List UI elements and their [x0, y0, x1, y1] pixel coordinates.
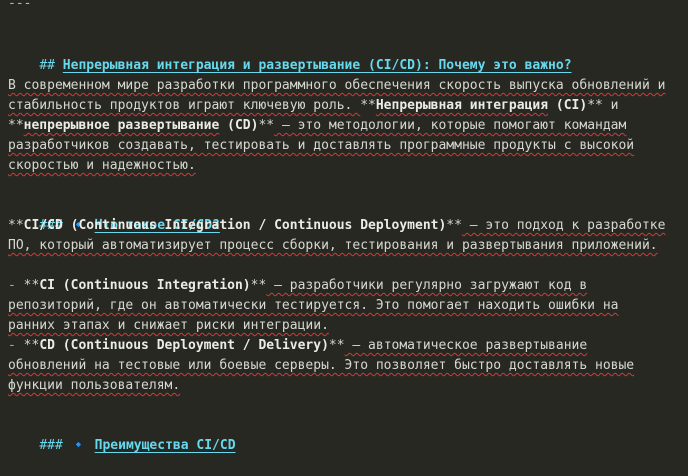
bold-marker: **	[8, 118, 24, 133]
bold-marker: **	[258, 118, 275, 133]
list-item-line: функции пользователям.	[8, 376, 180, 396]
list-item-line: ранних этапах и снижает риски интеграции…	[8, 316, 329, 336]
paragraph-line: ПО, который автоматизирует процесс сборк…	[8, 236, 658, 256]
horizontal-rule: ---	[8, 0, 32, 11]
heading-text: Непрерывная интеграция и развертывание (…	[62, 58, 572, 73]
paragraph-line: **непрерывное развертывание (CD)** — это…	[8, 116, 626, 136]
bold-text: (CD)	[219, 118, 259, 133]
heading-3: ### 🔹 Что такое CI/CD?	[8, 196, 220, 233]
bold-marker: **	[360, 98, 376, 113]
bold-marker: **	[328, 338, 345, 353]
list-item: - **CI (Continuous Integration)** — разр…	[8, 276, 587, 296]
paragraph-line: **CI/CD (Continuous Integration / Contin…	[8, 216, 665, 236]
bold-text: (CI)	[548, 98, 588, 113]
list-item-line: репозиторий, где он автоматически тестир…	[8, 296, 618, 316]
paragraph-text: разработчиков создавать, тестировать и д…	[8, 138, 635, 153]
paragraph-text: репозиторий, где он автоматически тестир…	[8, 298, 619, 313]
bold-text: непрерывное развертывание	[23, 118, 220, 133]
bold-marker: **	[446, 218, 462, 233]
paragraph-text: В современном мире разработки программно…	[8, 78, 666, 93]
bold-marker: **	[587, 98, 603, 113]
paragraph-line: разработчиков создавать, тестировать и д…	[8, 136, 634, 156]
paragraph-text: и	[602, 98, 619, 113]
paragraph-text: — это методологии, которые помогают кома…	[274, 118, 627, 133]
heading-2: ## Непрерывная интеграция и развертывани…	[8, 36, 571, 73]
paragraph-text: — разработчики регулярно загружают код в	[266, 278, 588, 293]
bold-text: Непрерывная интеграция	[375, 98, 549, 113]
paragraph-text: обновлений на тестовые или боевые сервер…	[8, 358, 635, 373]
list-marker: -	[8, 278, 16, 293]
paragraph-text: ПО, который автоматизирует процесс сборк…	[8, 238, 658, 253]
blue-diamond-icon: 🔹	[70, 438, 87, 453]
paragraph-line: скоростью и надежностью.	[8, 156, 196, 176]
bold-marker: **	[250, 278, 267, 293]
heading-marker: ##	[39, 58, 55, 73]
list-item: - **CD (Continuous Deployment / Delivery…	[8, 336, 587, 356]
bold-text: CI/CD (Continuous Integration / Continuo…	[23, 218, 447, 233]
heading-text: Преимущества CI/CD	[94, 438, 236, 453]
heading-marker: ###	[39, 438, 63, 453]
bold-marker: **	[23, 278, 40, 293]
bold-marker: **	[23, 338, 40, 353]
bold-marker: **	[8, 218, 24, 233]
paragraph-text: функции пользователям.	[8, 378, 181, 393]
paragraph-line: В современном мире разработки программно…	[8, 76, 665, 96]
list-marker: -	[8, 338, 16, 353]
paragraph-text: — это подход к разработке	[461, 218, 666, 233]
heading-3: ### 🔹 Преимущества CI/CD	[8, 416, 235, 453]
list-item-line: обновлений на тестовые или боевые сервер…	[8, 356, 634, 376]
paragraph-text: стабильность продуктов играют ключевую р…	[8, 98, 361, 113]
bold-text: CI (Continuous Integration)	[39, 278, 251, 293]
paragraph-text: — автоматическое развертывание	[344, 338, 588, 353]
paragraph-text: скоростью и надежностью.	[8, 158, 196, 173]
paragraph-line: стабильность продуктов играют ключевую р…	[8, 96, 619, 116]
bold-text: CD (Continuous Deployment / Delivery)	[39, 338, 329, 353]
paragraph-text: ранних этапах и снижает риски интеграции…	[8, 318, 329, 333]
